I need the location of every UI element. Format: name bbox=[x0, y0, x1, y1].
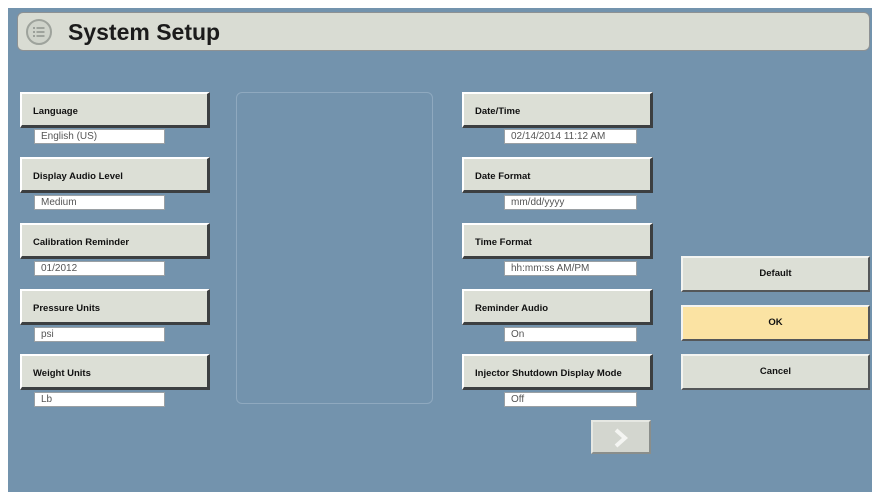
weight-units-label: Weight Units bbox=[33, 368, 91, 379]
cancel-label: Cancel bbox=[759, 366, 792, 377]
list-menu-icon[interactable] bbox=[26, 19, 52, 45]
date-time-label: Date/Time bbox=[475, 106, 521, 117]
reminder-audio-label: Reminder Audio bbox=[475, 303, 549, 314]
calibration-reminder-label: Calibration Reminder bbox=[33, 237, 130, 248]
calibration-reminder-button[interactable]: Calibration Reminder bbox=[20, 223, 210, 259]
date-format-label: Date Format bbox=[475, 171, 531, 182]
ok-button[interactable]: OK bbox=[681, 305, 870, 341]
system-setup-screen: System Setup Language English (US) Displ… bbox=[8, 8, 872, 492]
display-audio-level-label: Display Audio Level bbox=[33, 171, 123, 182]
injector-shutdown-display-mode-button[interactable]: Injector Shutdown Display Mode bbox=[462, 354, 653, 390]
weight-units-value: Lb bbox=[34, 392, 165, 407]
default-label: Default bbox=[759, 268, 792, 279]
reminder-audio-value: On bbox=[504, 327, 637, 342]
date-time-value: 02/14/2014 11:12 AM bbox=[504, 129, 637, 144]
date-time-button[interactable]: Date/Time bbox=[462, 92, 653, 128]
ok-label: OK bbox=[768, 317, 783, 328]
pressure-units-button[interactable]: Pressure Units bbox=[20, 289, 210, 325]
language-label: Language bbox=[33, 106, 78, 117]
injector-shutdown-display-mode-label: Injector Shutdown Display Mode bbox=[475, 368, 622, 379]
page-title: System Setup bbox=[68, 19, 221, 45]
reminder-audio-button[interactable]: Reminder Audio bbox=[462, 289, 653, 325]
display-audio-level-button[interactable]: Display Audio Level bbox=[20, 157, 210, 193]
next-page-button[interactable] bbox=[591, 420, 651, 454]
date-format-button[interactable]: Date Format bbox=[462, 157, 653, 193]
title-bar: System Setup bbox=[17, 12, 870, 51]
center-panel bbox=[236, 92, 433, 404]
injector-shutdown-display-mode-value: Off bbox=[504, 392, 637, 407]
date-format-value: mm/dd/yyyy bbox=[504, 195, 637, 210]
pressure-units-value: psi bbox=[34, 327, 165, 342]
display-audio-level-value: Medium bbox=[34, 195, 165, 210]
language-value: English (US) bbox=[34, 129, 165, 144]
time-format-label: Time Format bbox=[475, 237, 532, 248]
cancel-button[interactable]: Cancel bbox=[681, 354, 870, 390]
time-format-button[interactable]: Time Format bbox=[462, 223, 653, 259]
chevron-right-icon bbox=[614, 428, 629, 448]
weight-units-button[interactable]: Weight Units bbox=[20, 354, 210, 390]
language-button[interactable]: Language bbox=[20, 92, 210, 128]
default-button[interactable]: Default bbox=[681, 256, 870, 292]
pressure-units-label: Pressure Units bbox=[33, 303, 101, 314]
time-format-value: hh:mm:ss AM/PM bbox=[504, 261, 637, 276]
calibration-reminder-value: 01/2012 bbox=[34, 261, 165, 276]
